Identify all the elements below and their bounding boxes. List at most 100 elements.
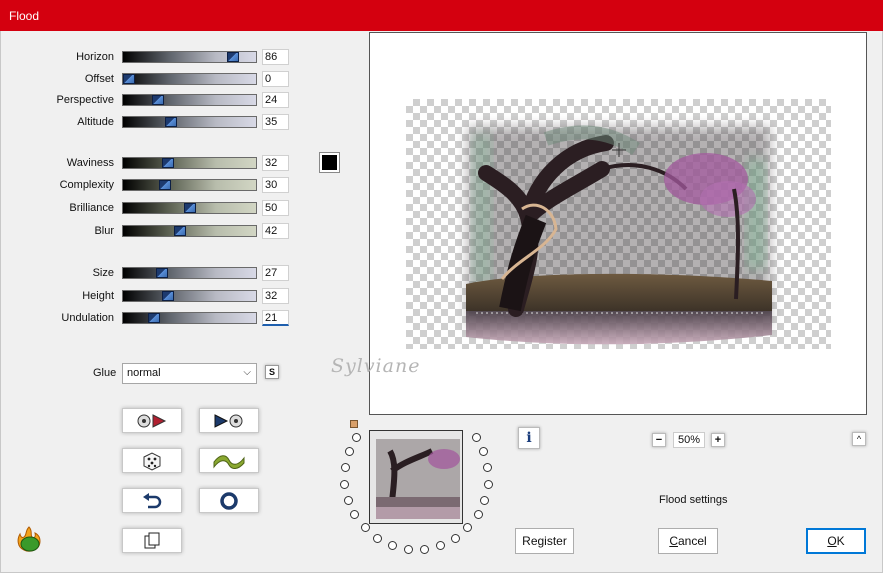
app-logo (15, 525, 43, 553)
navigator-ring-dot[interactable] (463, 523, 473, 533)
copy-button[interactable] (122, 528, 182, 553)
navigator-ring-dot[interactable] (403, 544, 413, 554)
offset-slider-thumb[interactable] (123, 74, 135, 84)
zoom-out-button[interactable]: − (652, 433, 666, 447)
size-value-input[interactable]: 27 (262, 265, 289, 281)
size-label: Size (92, 267, 114, 279)
navigator-thumbnail[interactable] (369, 430, 463, 524)
navigator-ring-dot[interactable] (360, 523, 370, 533)
complexity-value-input[interactable]: 30 (262, 177, 289, 193)
glue-select[interactable]: normal ⌵ (122, 363, 257, 384)
navigator-ring-dot[interactable] (373, 533, 383, 543)
collapse-button[interactable]: ^ (852, 432, 866, 446)
copy-icon (144, 532, 160, 548)
navigator-ring-dot[interactable] (340, 479, 350, 489)
perspective-slider[interactable] (122, 94, 257, 106)
brilliance-slider-thumb[interactable] (184, 203, 196, 213)
navigator-ring-dot[interactable] (450, 533, 460, 543)
ring-icon (220, 491, 238, 510)
complexity-slider[interactable] (122, 179, 257, 191)
blur-label: Blur (94, 225, 114, 237)
zoom-value: 50% (673, 432, 705, 448)
cancel-button[interactable]: Cancel (658, 528, 718, 554)
play-backward-button[interactable] (122, 408, 182, 433)
offset-label: Offset (84, 73, 114, 85)
ok-mnemonic: O (827, 534, 837, 548)
navigator-ring-dot[interactable] (473, 510, 483, 520)
ok-button[interactable]: OK (806, 528, 866, 554)
navigator-ring-dot[interactable] (471, 432, 481, 442)
brilliance-label: Brilliance (69, 202, 114, 214)
undulation-slider[interactable] (122, 312, 257, 324)
randomize-button[interactable] (122, 448, 182, 473)
complexity-label: Complexity (59, 179, 114, 191)
perspective-label: Perspective (56, 94, 114, 106)
brilliance-slider[interactable] (122, 202, 257, 214)
navigator-ring-dot[interactable] (344, 447, 354, 457)
offset-slider[interactable] (122, 73, 257, 85)
glue-sync-button[interactable]: S (265, 365, 279, 379)
undulation-value-input[interactable]: 21 (262, 310, 289, 326)
wave-preset-button[interactable] (199, 448, 259, 473)
offset-value-input[interactable]: 0 (262, 71, 289, 87)
height-slider[interactable] (122, 290, 257, 302)
waviness-label: Waviness (66, 157, 114, 169)
height-label: Height (82, 290, 114, 302)
navigator-ring-dot[interactable] (480, 495, 490, 505)
register-button[interactable]: Register (515, 528, 574, 554)
waviness-value-input[interactable]: 32 (262, 155, 289, 171)
dialog-body: Horizon 86 Offset 0 Perspective 24 Altitude 35 W… (0, 31, 883, 573)
height-value-input[interactable]: 32 (262, 288, 289, 304)
cancel-mnemonic: C (669, 534, 678, 548)
navigator-ring-dot[interactable] (436, 540, 446, 550)
glue-label: Glue (93, 367, 117, 379)
size-slider-thumb[interactable] (156, 268, 168, 278)
wave-icon (213, 454, 245, 469)
navigator-ring-dot[interactable] (483, 479, 493, 489)
brilliance-value-input[interactable]: 50 (262, 200, 289, 216)
horizon-label: Horizon (76, 51, 114, 63)
dice-icon (143, 451, 161, 471)
preview-canvas[interactable] (369, 32, 867, 415)
navigator-ring-dot[interactable] (340, 463, 350, 473)
crosshair-icon (612, 143, 626, 157)
info-button[interactable]: i (518, 427, 540, 449)
color-swatch[interactable] (319, 152, 340, 173)
size-slider[interactable] (122, 267, 257, 279)
chevron-up-icon: ^ (856, 434, 862, 444)
navigator-ring-dot[interactable] (387, 540, 397, 550)
watermark: Sylviane (331, 355, 421, 377)
blur-value-input[interactable]: 42 (262, 223, 289, 239)
undo-button[interactable] (122, 488, 182, 513)
preview-image (466, 125, 772, 345)
altitude-slider-thumb[interactable] (165, 117, 177, 127)
horizon-slider-thumb[interactable] (227, 52, 239, 62)
horizon-slider[interactable] (122, 51, 257, 63)
disc-play-right-icon (214, 413, 243, 428)
navigator-ring-dot[interactable] (352, 432, 362, 442)
waviness-slider-thumb[interactable] (162, 158, 174, 168)
play-forward-button[interactable] (199, 408, 259, 433)
info-icon: i (526, 430, 532, 446)
navigator-ring-dot[interactable] (483, 463, 493, 473)
horizon-value-input[interactable]: 86 (262, 49, 289, 65)
navigator-ring-dot[interactable] (350, 510, 360, 520)
navigator-ring-dot[interactable] (343, 495, 353, 505)
perspective-slider-thumb[interactable] (152, 95, 164, 105)
altitude-value-input[interactable]: 35 (262, 114, 289, 130)
blur-slider-thumb[interactable] (174, 226, 186, 236)
undulation-slider-thumb[interactable] (148, 313, 160, 323)
altitude-slider[interactable] (122, 116, 257, 128)
height-slider-thumb[interactable] (162, 291, 174, 301)
preview-checkerboard (406, 99, 831, 349)
complexity-slider-thumb[interactable] (159, 180, 171, 190)
navigator-ring-dot[interactable] (420, 544, 430, 554)
waviness-slider[interactable] (122, 157, 257, 169)
navigator-ring-dot[interactable] (479, 447, 489, 457)
cancel-label-rest: ancel (677, 534, 707, 548)
navigator-handle[interactable] (350, 420, 358, 428)
reset-button[interactable] (199, 488, 259, 513)
perspective-value-input[interactable]: 24 (262, 92, 289, 108)
blur-slider[interactable] (122, 225, 257, 237)
zoom-in-button[interactable]: + (711, 433, 725, 447)
